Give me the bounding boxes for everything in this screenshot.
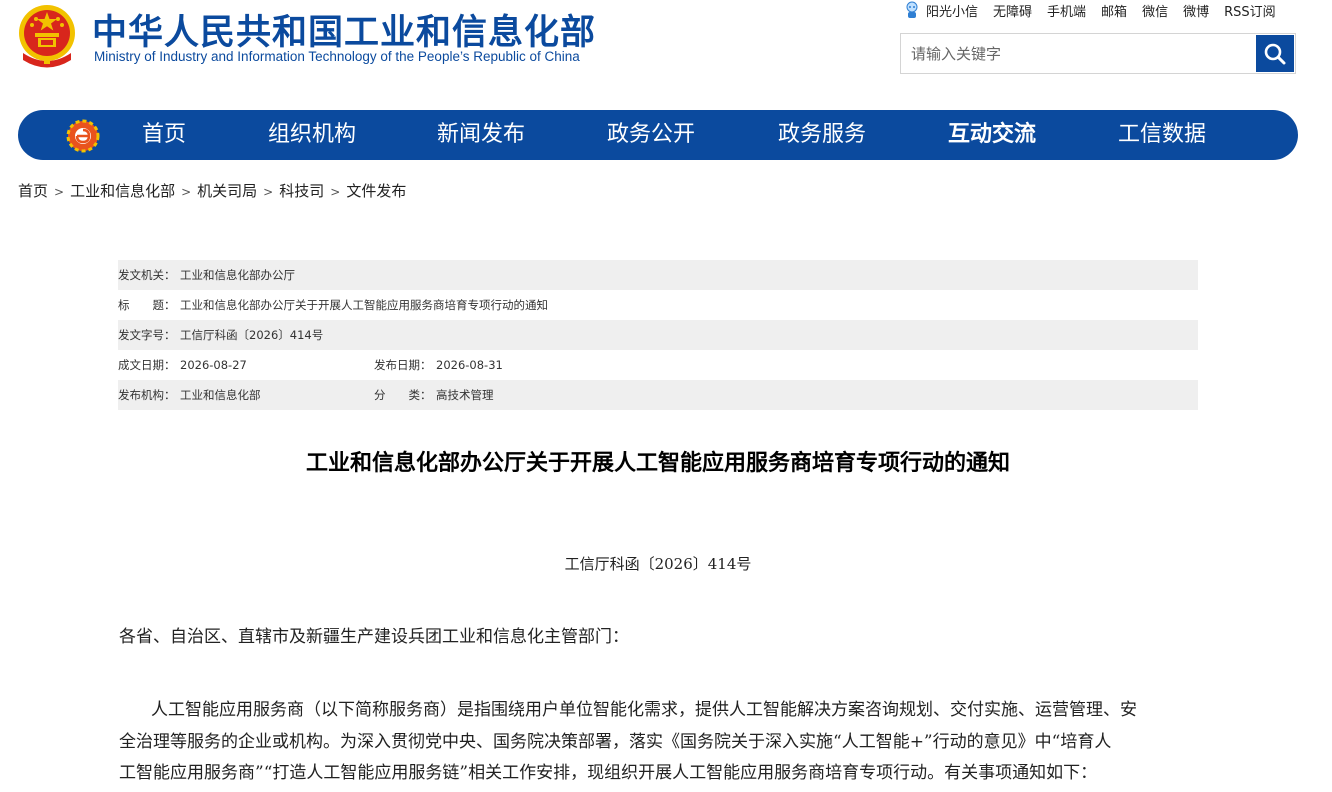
- site-title[interactable]: 中华人民共和国工业和信息化部: [92, 4, 596, 55]
- meta-row-org: 发布机构： 工业和信息化部 分 类： 高技术管理: [118, 380, 1198, 410]
- meta-row-title: 标 题： 工业和信息化部办公厅关于开展人工智能应用服务商培育专项行动的通知: [118, 290, 1198, 320]
- meta-issuer: 工业和信息化部办公厅: [180, 268, 295, 282]
- meta-published-date: 2026-08-31: [436, 358, 503, 372]
- top-link-mobile[interactable]: 手机端: [1047, 1, 1086, 20]
- miit-logo-icon: [66, 119, 100, 153]
- meta-label: 成文日期：: [118, 358, 176, 372]
- top-links: 阳光小信 无障碍 手机端 邮箱 微信 微博 RSS订阅: [904, 0, 1276, 20]
- meta-label: 标 题：: [118, 298, 176, 312]
- breadcrumb: 首页 > 工业和信息化部 > 机关司局 > 科技司 > 文件发布: [18, 180, 406, 201]
- top-link-rss[interactable]: RSS订阅: [1224, 1, 1276, 20]
- search-input[interactable]: [901, 34, 1257, 73]
- document-meta-table: 发文机关： 工业和信息化部办公厅 标 题： 工业和信息化部办公厅关于开展人工智能…: [118, 260, 1198, 410]
- nav-item-news[interactable]: 新闻发布: [437, 110, 525, 160]
- meta-label: 发文机关：: [118, 268, 176, 282]
- paragraph-line: 人工智能应用服务商（以下简称服务商）是指围绕用户单位智能化需求，提供人工智能解决…: [151, 700, 1137, 720]
- search-button[interactable]: [1256, 35, 1294, 72]
- meta-label: 发布机构：: [118, 388, 176, 402]
- top-link-sunshine[interactable]: 阳光小信: [926, 1, 978, 20]
- breadcrumb-documents[interactable]: 文件发布: [346, 182, 406, 200]
- nav-item-interaction[interactable]: 互动交流: [948, 110, 1036, 160]
- meta-docno: 工信厅科函〔2026〕414号: [180, 328, 324, 342]
- main-nav: 首页 组织机构 新闻发布 政务公开 政务服务 互动交流 工信数据: [18, 110, 1298, 160]
- breadcrumb-separator: >: [54, 185, 65, 199]
- top-link-weibo[interactable]: 微博: [1183, 1, 1209, 20]
- breadcrumb-ministry[interactable]: 工业和信息化部: [70, 182, 175, 200]
- meta-category: 高技术管理: [436, 388, 494, 402]
- top-link-mail[interactable]: 邮箱: [1101, 1, 1127, 20]
- nav-item-government-services[interactable]: 政务服务: [778, 110, 866, 160]
- search-icon: [1264, 43, 1286, 64]
- article-addressee: 各省、自治区、直辖市及新疆生产建设兵团工业和信息化主管部门：: [119, 627, 629, 647]
- nav-item-home[interactable]: 首页: [142, 110, 186, 160]
- breadcrumb-separator: >: [263, 185, 274, 199]
- meta-label: 发布日期：: [374, 358, 432, 372]
- top-link-accessibility[interactable]: 无障碍: [993, 1, 1032, 20]
- meta-title: 工业和信息化部办公厅关于开展人工智能应用服务商培育专项行动的通知: [180, 298, 548, 312]
- nav-item-organization[interactable]: 组织机构: [268, 110, 356, 160]
- nav-item-government-affairs[interactable]: 政务公开: [607, 110, 695, 160]
- search-box: [900, 33, 1296, 74]
- paragraph-line: 全治理等服务的企业或机构。为深入贯彻党中央、国务院决策部署，落实《国务院关于深入…: [119, 731, 1112, 752]
- meta-row-dates: 成文日期： 2026-08-27 发布日期： 2026-08-31: [118, 350, 1198, 380]
- article-doc-number: 工信厅科函〔2026〕414号: [564, 555, 752, 573]
- site-subtitle: Ministry of Industry and Information Tec…: [94, 49, 580, 64]
- breadcrumb-separator: >: [181, 185, 192, 199]
- paragraph-line: 工智能应用服务商”“打造人工智能应用服务链”相关工作安排，现组织开展人工智能应用…: [119, 763, 1098, 783]
- robot-icon: [906, 1, 918, 18]
- breadcrumb-departments[interactable]: 机关司局: [197, 182, 257, 200]
- meta-org: 工业和信息化部: [180, 388, 261, 402]
- breadcrumb-separator: >: [330, 185, 341, 199]
- meta-row-issuer: 发文机关： 工业和信息化部办公厅: [118, 260, 1198, 290]
- nav-item-data[interactable]: 工信数据: [1118, 110, 1206, 160]
- top-link-wechat[interactable]: 微信: [1142, 1, 1168, 20]
- meta-label: 发文字号：: [118, 328, 176, 342]
- meta-row-docno: 发文字号： 工信厅科函〔2026〕414号: [118, 320, 1198, 350]
- article-paragraph: 人工智能应用服务商（以下简称服务商）是指围绕用户单位智能化需求，提供人工智能解决…: [119, 695, 1199, 790]
- meta-label: 分 类：: [374, 388, 432, 402]
- article-title: 工业和信息化部办公厅关于开展人工智能应用服务商培育专项行动的通知: [305, 451, 1010, 476]
- meta-created-date: 2026-08-27: [180, 358, 247, 372]
- breadcrumb-home[interactable]: 首页: [18, 182, 48, 200]
- national-emblem-icon: [19, 5, 75, 68]
- breadcrumb-science-tech[interactable]: 科技司: [279, 182, 324, 200]
